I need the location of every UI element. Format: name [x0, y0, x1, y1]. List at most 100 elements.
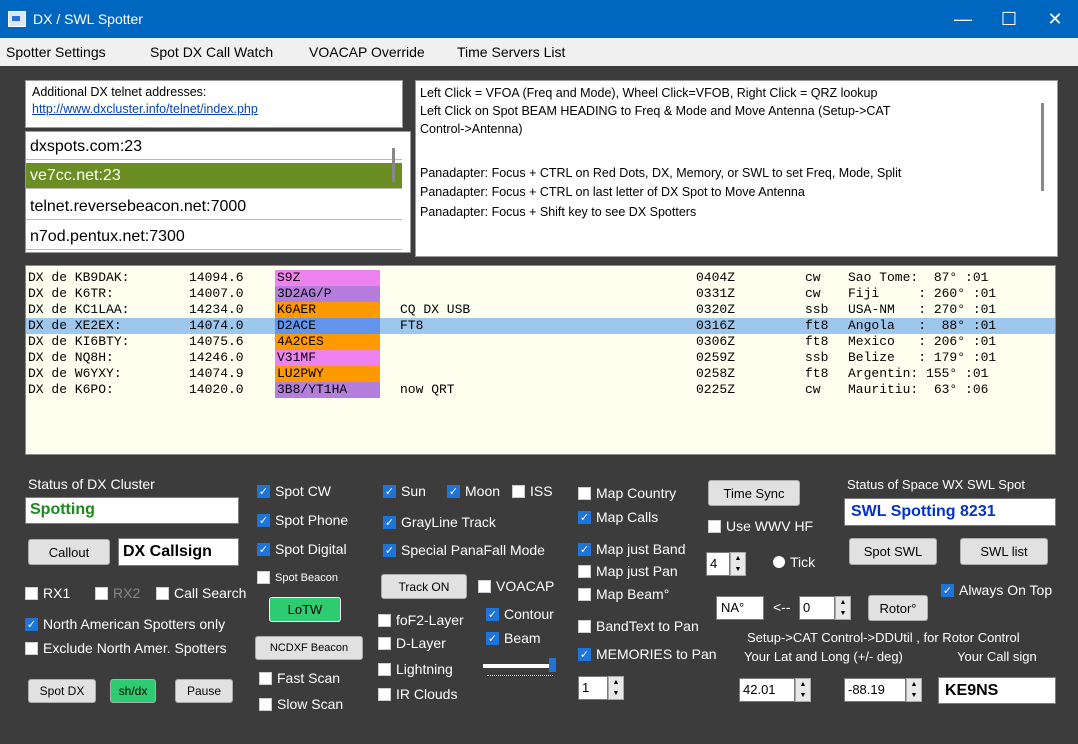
callout-button[interactable]: Callout	[28, 539, 110, 565]
spot-time[interactable]: 0320Z	[696, 302, 735, 318]
spot-country[interactable]: Angola : 88° :01	[848, 318, 996, 334]
close-button[interactable]: ✕	[1032, 0, 1078, 38]
spot-time[interactable]: 0404Z	[696, 270, 735, 286]
spot-frequency[interactable]: 14074.9	[189, 366, 244, 382]
rx2-checkbox[interactable]: RX2	[95, 585, 140, 601]
telnet-item[interactable]: telnet.reversebeacon.net:7000	[26, 194, 402, 220]
telnet-item[interactable]: dxspots.com:23	[26, 134, 402, 160]
spot-callsign[interactable]: S9Z	[275, 270, 380, 286]
fof2-checkbox[interactable]: foF2-Layer	[378, 612, 464, 628]
spot-spotter[interactable]: DX de W6YXY:	[28, 366, 122, 382]
lightning-checkbox[interactable]: Lightning	[378, 661, 453, 677]
spot-spotter[interactable]: DX de NQ8H:	[28, 350, 114, 366]
callsign-field[interactable]: KE9NS	[938, 677, 1056, 704]
telnet-item[interactable]: n7od.pentux.net:7300	[26, 224, 402, 250]
menu-voacap-override[interactable]: VOACAP Override	[309, 44, 425, 60]
rotor-spinner[interactable]: 0 ▲ ▼	[799, 596, 851, 620]
map-spinner[interactable]: 1 ▲ ▼	[578, 676, 624, 700]
spot-country[interactable]: Belize : 179° :01	[848, 350, 996, 366]
spot-comment[interactable]: FT8	[400, 318, 423, 334]
spot-mode[interactable]: ssb	[805, 302, 828, 318]
spot-spotter[interactable]: DX de K6TR:	[28, 286, 114, 302]
map-spinner-value[interactable]: 1	[578, 676, 608, 700]
spot-mode[interactable]: ssb	[805, 350, 828, 366]
info-scrollbar[interactable]	[1041, 103, 1044, 191]
exclude-na-checkbox[interactable]: Exclude North Amer. Spotters	[25, 640, 227, 656]
spot-country[interactable]: Mauritiu: 63° :06	[848, 382, 988, 398]
dx-spot-row[interactable]: DX de KB9DAK: 14094.6 0404Z cw Sao Tome: 87°…	[26, 270, 1055, 286]
shdx-button[interactable]: sh/dx	[110, 679, 156, 703]
latitude-value[interactable]: 42.01	[739, 678, 795, 702]
spot-callsign[interactable]: 4A2CES	[275, 334, 380, 350]
spot-callsign[interactable]: 3D2AG/P	[275, 286, 380, 302]
spot-frequency[interactable]: 14094.6	[189, 270, 244, 286]
latitude-spinner[interactable]: 42.01 ▲ ▼	[739, 678, 811, 702]
contour-checkbox[interactable]: ✓ Contour	[486, 606, 554, 622]
dx-callsign-field[interactable]: DX Callsign	[118, 538, 239, 566]
spot-comment[interactable]: now QRT	[400, 382, 455, 398]
spot-country[interactable]: Sao Tome: 87° :01	[848, 270, 988, 286]
wwv-spinner-value[interactable]: 4	[706, 552, 730, 576]
fast-scan-checkbox[interactable]: Fast Scan	[259, 670, 340, 686]
spot-dx-button[interactable]: Spot DX	[28, 679, 96, 703]
lotw-button[interactable]: LoTW	[269, 597, 341, 622]
spot-callsign[interactable]: K6AER	[275, 302, 380, 318]
spot-frequency[interactable]: 14074.0	[189, 318, 244, 334]
transparency-slider-thumb[interactable]	[549, 658, 556, 672]
spinner-arrows-icon[interactable]: ▲ ▼	[835, 596, 851, 620]
map-calls-checkbox[interactable]: ✓ Map Calls	[578, 509, 658, 525]
rotor-region-field[interactable]: NA°	[716, 596, 764, 620]
spot-time[interactable]: 0225Z	[696, 382, 735, 398]
spot-frequency[interactable]: 14234.0	[189, 302, 244, 318]
spinner-arrows-icon[interactable]: ▲ ▼	[730, 552, 746, 576]
spot-beacon-checkbox[interactable]: Spot Beacon	[257, 571, 338, 584]
spot-country[interactable]: Fiji : 260° :01	[848, 286, 996, 302]
memories-checkbox[interactable]: ✓ MEMORIES to Pan	[578, 646, 717, 662]
spot-callsign[interactable]: V31MF	[275, 350, 380, 366]
maximize-button[interactable]: ☐	[986, 0, 1032, 38]
longitude-spinner[interactable]: -88.19 ▲ ▼	[844, 678, 922, 702]
moon-checkbox[interactable]: ✓ Moon	[447, 483, 500, 499]
transparency-slider-track[interactable]	[483, 664, 555, 668]
dx-spot-row[interactable]: DX de KI6BTY: 14075.6 0306Z ft8 Mexico : 206…	[26, 334, 1055, 350]
spot-callsign[interactable]: 3B8/YT1HA	[275, 382, 380, 398]
spot-cw-checkbox[interactable]: ✓ Spot CW	[257, 483, 331, 499]
dx-spot-row[interactable]: DX de KC1LAA: 14234.0 CQ DX USB 0320Z ssb USA…	[26, 302, 1055, 318]
dlayer-checkbox[interactable]: D-Layer	[378, 635, 446, 651]
spot-time[interactable]: 0316Z	[696, 318, 735, 334]
spot-spotter[interactable]: DX de KB9DAK:	[28, 270, 129, 286]
use-wwv-checkbox[interactable]: Use WWV HF	[708, 518, 813, 534]
spot-mode[interactable]: cw	[805, 382, 821, 398]
spot-callsign[interactable]: LU2PWY	[275, 366, 380, 382]
wwv-spinner[interactable]: 4 ▲ ▼	[706, 552, 746, 576]
bandtext-checkbox[interactable]: BandText to Pan	[578, 618, 699, 634]
spot-digital-checkbox[interactable]: ✓ Spot Digital	[257, 541, 347, 557]
spot-phone-checkbox[interactable]: ✓ Spot Phone	[257, 512, 348, 528]
telnet-scrollbar[interactable]	[392, 148, 395, 182]
telnet-link[interactable]: http://www.dxcluster.info/telnet/index.p…	[32, 102, 258, 116]
rotor-button[interactable]: Rotor°	[868, 595, 928, 621]
spot-swl-button[interactable]: Spot SWL	[849, 538, 937, 565]
spot-spotter[interactable]: DX de XE2EX:	[28, 318, 122, 334]
pause-button[interactable]: Pause	[175, 679, 233, 703]
telnet-list[interactable]: dxspots.com:23 ve7cc.net:23 telnet.rever…	[25, 131, 411, 253]
spot-time[interactable]: 0259Z	[696, 350, 735, 366]
spot-time[interactable]: 0258Z	[696, 366, 735, 382]
spot-frequency[interactable]: 14246.0	[189, 350, 244, 366]
beam-checkbox[interactable]: ✓ Beam	[486, 630, 541, 646]
call-search-checkbox[interactable]: Call Search	[156, 585, 246, 601]
spot-mode[interactable]: ft8	[805, 318, 828, 334]
sun-checkbox[interactable]: ✓ Sun	[383, 483, 426, 499]
always-on-top-checkbox[interactable]: ✓ Always On Top	[941, 582, 1052, 598]
spot-mode[interactable]: ft8	[805, 366, 828, 382]
spot-country[interactable]: USA-NM : 270° :01	[848, 302, 996, 318]
spot-time[interactable]: 0331Z	[696, 286, 735, 302]
menu-time-servers-list[interactable]: Time Servers List	[457, 44, 565, 60]
track-on-button[interactable]: Track ON	[381, 574, 467, 599]
spot-country[interactable]: Argentin: 155° :01	[848, 366, 988, 382]
spot-spotter[interactable]: DX de KI6BTY:	[28, 334, 129, 350]
spot-callsign[interactable]: D2ACE	[275, 318, 380, 334]
spinner-arrows-icon[interactable]: ▲ ▼	[906, 678, 922, 702]
spot-frequency[interactable]: 14075.6	[189, 334, 244, 350]
tick-radio[interactable]: Tick	[773, 554, 815, 570]
